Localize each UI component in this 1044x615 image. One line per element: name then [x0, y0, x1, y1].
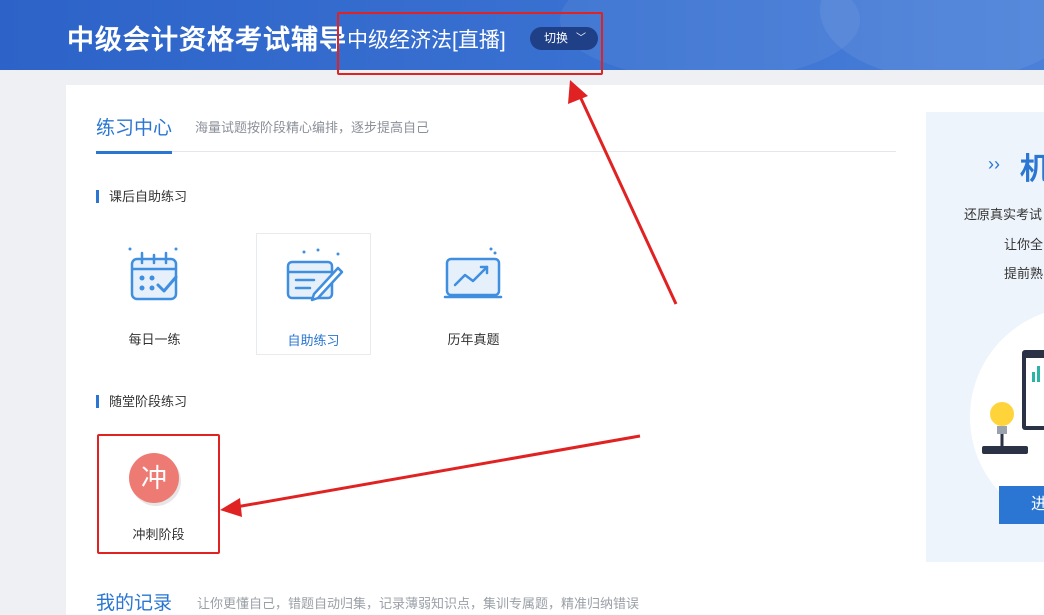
panel-title: 机	[1020, 153, 1044, 186]
header-decoration	[820, 0, 1044, 70]
edit-form-icon	[286, 248, 344, 302]
sprint-badge-icon: 冲	[129, 453, 179, 503]
chart-board-icon	[443, 247, 503, 299]
double-chevron-icon: ››	[988, 154, 1000, 174]
brand-title: 中级会计资格考试辅导	[67, 25, 347, 55]
mock-exam-panel: ›› 机 还原真实考试 让你全 提前熟 进	[926, 112, 1044, 562]
header-decoration	[560, 0, 860, 70]
my-records-subtitle: 让你更懂自己，错题自动归集，记录薄弱知识点，集训专属题，精准归纳错误	[197, 596, 640, 611]
tile-label: 每日一练	[128, 332, 181, 347]
tab-subtitle: 海量试题按阶段精心编排，逐步提高自己	[195, 120, 430, 135]
panel-line: 让你全	[1004, 237, 1044, 252]
practice-card: 练习中心 海量试题按阶段精心编排，逐步提高自己 课后自助练习 每日一练 自助练习…	[66, 85, 1044, 615]
panel-line: 还原真实考试	[964, 207, 1043, 222]
tab-practice-center[interactable]: 练习中心	[96, 113, 173, 154]
tile-label: 自助练习	[287, 333, 340, 348]
practice-tabbar: 练习中心 海量试题按阶段精心编排，逐步提高自己	[96, 85, 896, 154]
panel-line: 提前熟	[1004, 266, 1044, 281]
calendar-icon	[128, 247, 178, 301]
tile-self-practice[interactable]: 自助练习	[256, 233, 371, 355]
course-highlight-box	[337, 12, 603, 75]
tile-past-exams[interactable]: 历年真题	[416, 233, 531, 355]
tile-daily-practice[interactable]: 每日一练	[97, 233, 212, 355]
tile-label: 冲刺阶段	[132, 527, 185, 542]
exam-illustration-icon	[982, 350, 1044, 454]
tile-sprint-stage[interactable]: 冲 冲刺阶段	[97, 434, 220, 554]
section-after-class: 课后自助练习	[96, 190, 187, 203]
enter-button[interactable]: 进	[999, 486, 1044, 524]
section-stage-practice: 随堂阶段练习	[96, 395, 187, 408]
tile-label: 历年真题	[447, 332, 500, 347]
my-records-title[interactable]: 我的记录	[96, 588, 172, 615]
